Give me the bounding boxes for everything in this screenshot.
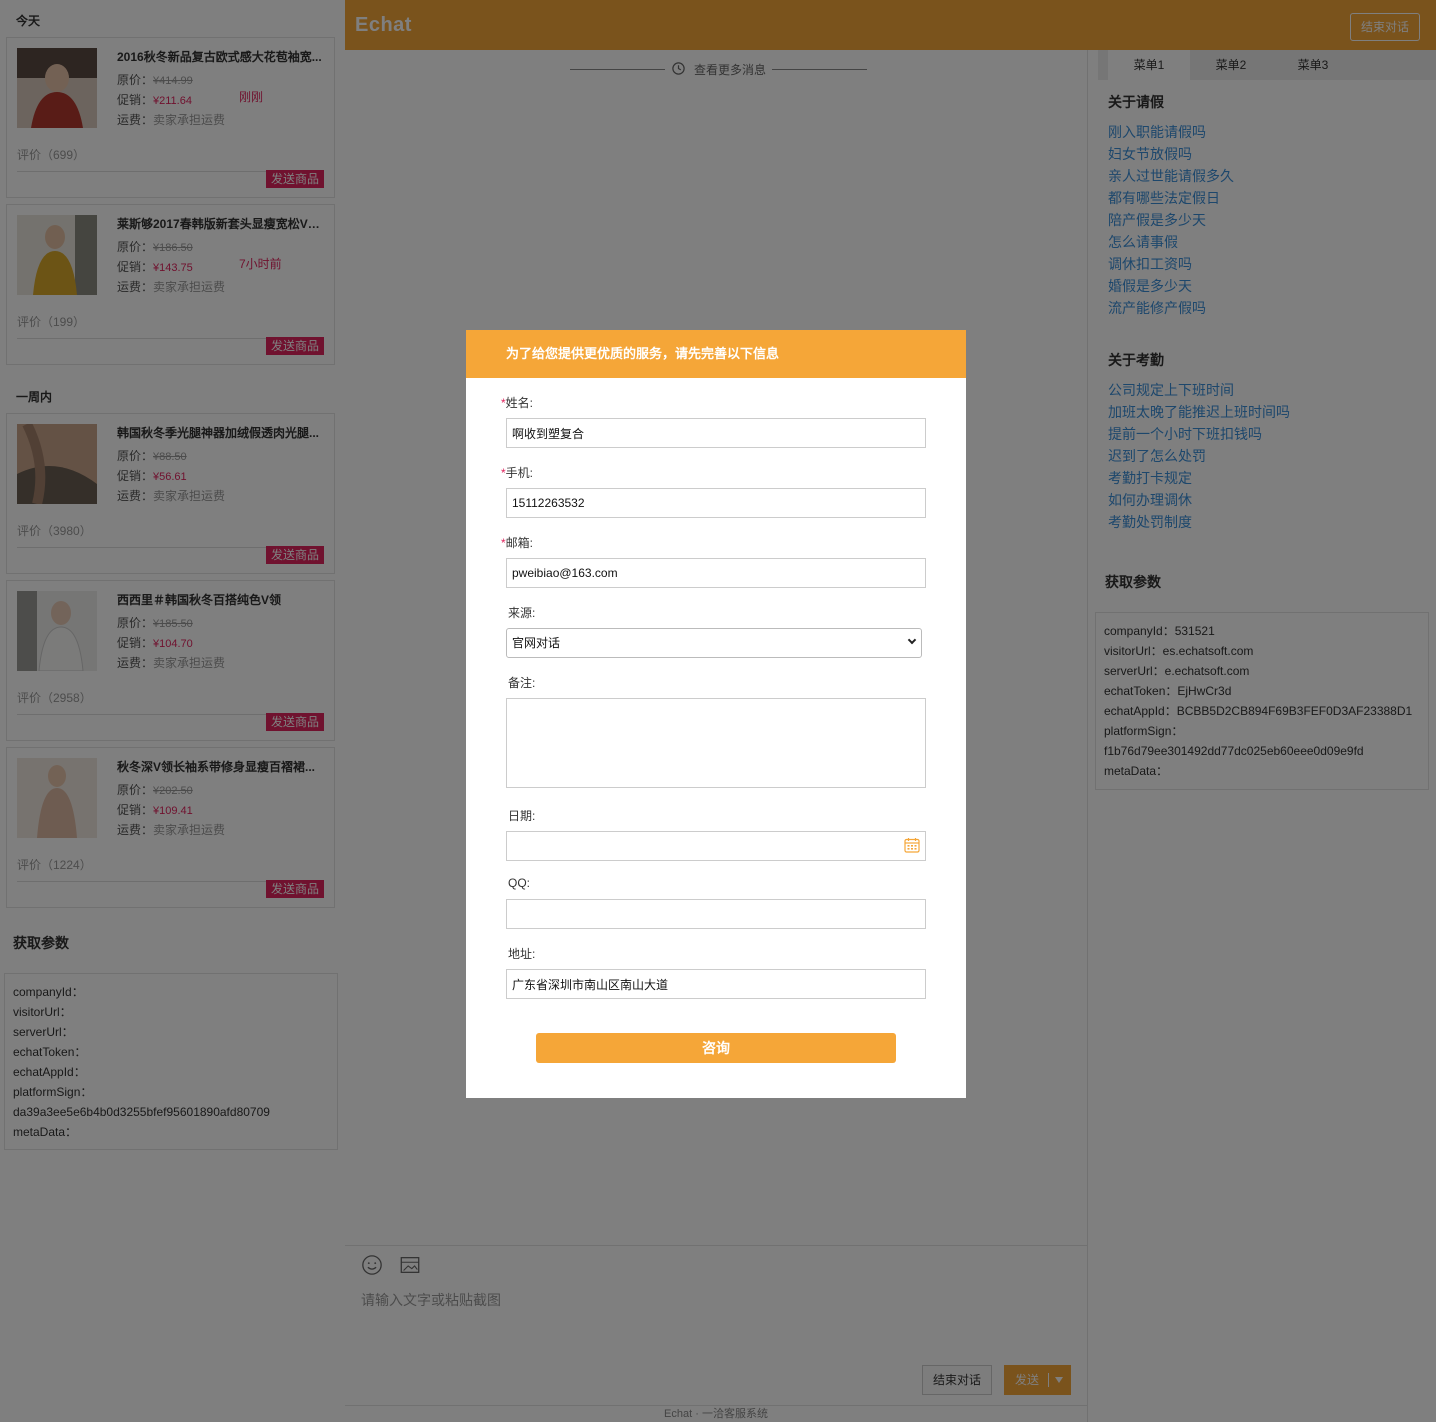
consult-button[interactable]: 咨询 — [536, 1033, 896, 1063]
chevron-down-icon — [907, 635, 917, 645]
info-form-dialog: 为了给您提供更优质的服务，请先完善以下信息 *姓名: *手机: *邮箱: 来源:… — [466, 330, 966, 1098]
date-field[interactable] — [506, 831, 926, 861]
name-label: *姓名: — [501, 396, 534, 410]
address-field[interactable] — [506, 969, 926, 999]
dialog-title: 为了给您提供更优质的服务，请先完善以下信息 — [466, 330, 966, 378]
source-selected: 官网对话 — [512, 636, 561, 650]
email-label: *邮箱: — [501, 536, 534, 550]
calendar-icon[interactable] — [904, 837, 920, 853]
qq-label: QQ: — [508, 876, 531, 890]
qq-field[interactable] — [506, 899, 926, 929]
remark-label: 备注: — [508, 676, 536, 690]
phone-field[interactable] — [506, 488, 926, 518]
date-label: 日期: — [508, 809, 536, 823]
source-select[interactable]: 官网对话 — [506, 628, 922, 658]
address-label: 地址: — [508, 947, 536, 961]
name-field[interactable] — [506, 418, 926, 448]
email-field[interactable] — [506, 558, 926, 588]
source-label: 来源: — [508, 606, 536, 620]
remark-field[interactable] — [506, 698, 926, 788]
phone-label: *手机: — [501, 466, 534, 480]
